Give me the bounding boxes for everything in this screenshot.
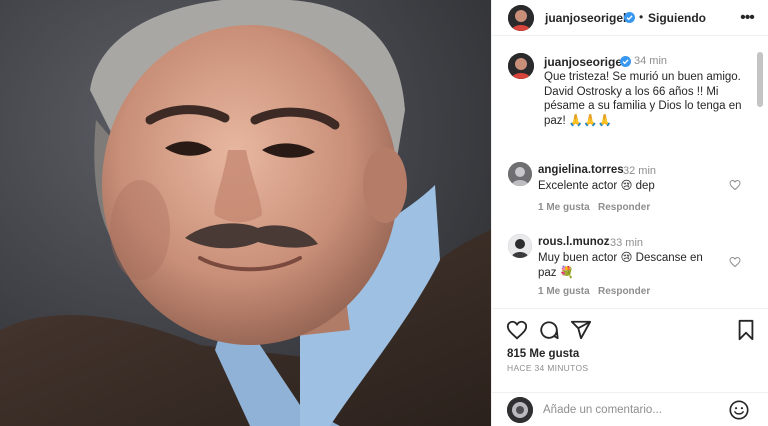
comments-list[interactable]: juanjoseorigel 34 min Que tristeza! Se m…	[492, 37, 762, 307]
post-actions: 815 Me gusta HACE 34 MINUTOS	[492, 308, 768, 393]
post-header: juanjoseorigel • Siguiendo •••	[492, 0, 768, 36]
heart-icon[interactable]	[506, 319, 528, 341]
comment-like-count[interactable]: 1 Me gusta	[538, 202, 590, 213]
comment-time: 33 min	[610, 237, 644, 249]
verified-badge-icon	[620, 56, 631, 67]
heart-icon[interactable]	[729, 179, 741, 191]
comment-item: rous.l.munoz 33 min Muy buen actor 😢 Des…	[492, 234, 762, 304]
share-icon[interactable]	[570, 319, 592, 341]
more-options-icon[interactable]: •••	[737, 8, 757, 28]
comment-username[interactable]: rous.l.munoz	[538, 236, 610, 248]
comment-text: Excelente actor 😢 dep	[538, 180, 655, 192]
caption-username[interactable]: juanjoseorigel	[544, 55, 625, 69]
follow-status-button[interactable]: Siguiendo	[648, 11, 706, 25]
comment-time: 32 min	[623, 165, 657, 177]
author-username[interactable]: juanjoseorigel	[545, 11, 626, 25]
comment-icon[interactable]	[538, 319, 560, 341]
comment-username[interactable]: angielina.torres	[538, 164, 624, 176]
author-avatar[interactable]	[508, 5, 534, 31]
caption-time: 34 min	[634, 55, 668, 67]
post-side-panel: juanjoseorigel • Siguiendo ••• juanjoseo…	[491, 0, 768, 426]
commenter-avatar[interactable]	[508, 234, 532, 258]
post-timestamp: HACE 34 MINUTOS	[507, 363, 589, 373]
reply-button[interactable]: Responder	[598, 202, 650, 213]
caption-text: Que tristeza! Se murió un buen amigo. Da…	[544, 71, 742, 127]
comment-composer	[492, 392, 768, 426]
heart-icon[interactable]	[729, 256, 741, 268]
comments-scrollbar[interactable]	[757, 52, 763, 107]
commenter-avatar[interactable]	[508, 162, 532, 186]
verified-badge-icon	[624, 12, 635, 23]
comment-item: angielina.torres 32 min Excelente actor …	[492, 162, 762, 232]
likes-count[interactable]: 815 Me gusta	[507, 348, 579, 360]
save-icon[interactable]	[735, 319, 757, 341]
caption-avatar[interactable]	[508, 53, 534, 79]
viewer-avatar	[507, 397, 533, 423]
emoji-icon[interactable]	[728, 399, 750, 421]
portrait-image	[0, 0, 491, 426]
comment-text: Muy buen actor 😢 Descanse en paz 💐	[538, 252, 703, 279]
header-separator: •	[639, 10, 644, 24]
comment-like-count[interactable]: 1 Me gusta	[538, 286, 590, 297]
post-photo[interactable]	[0, 0, 491, 426]
reply-button[interactable]: Responder	[598, 286, 650, 297]
comment-input[interactable]	[543, 402, 723, 418]
